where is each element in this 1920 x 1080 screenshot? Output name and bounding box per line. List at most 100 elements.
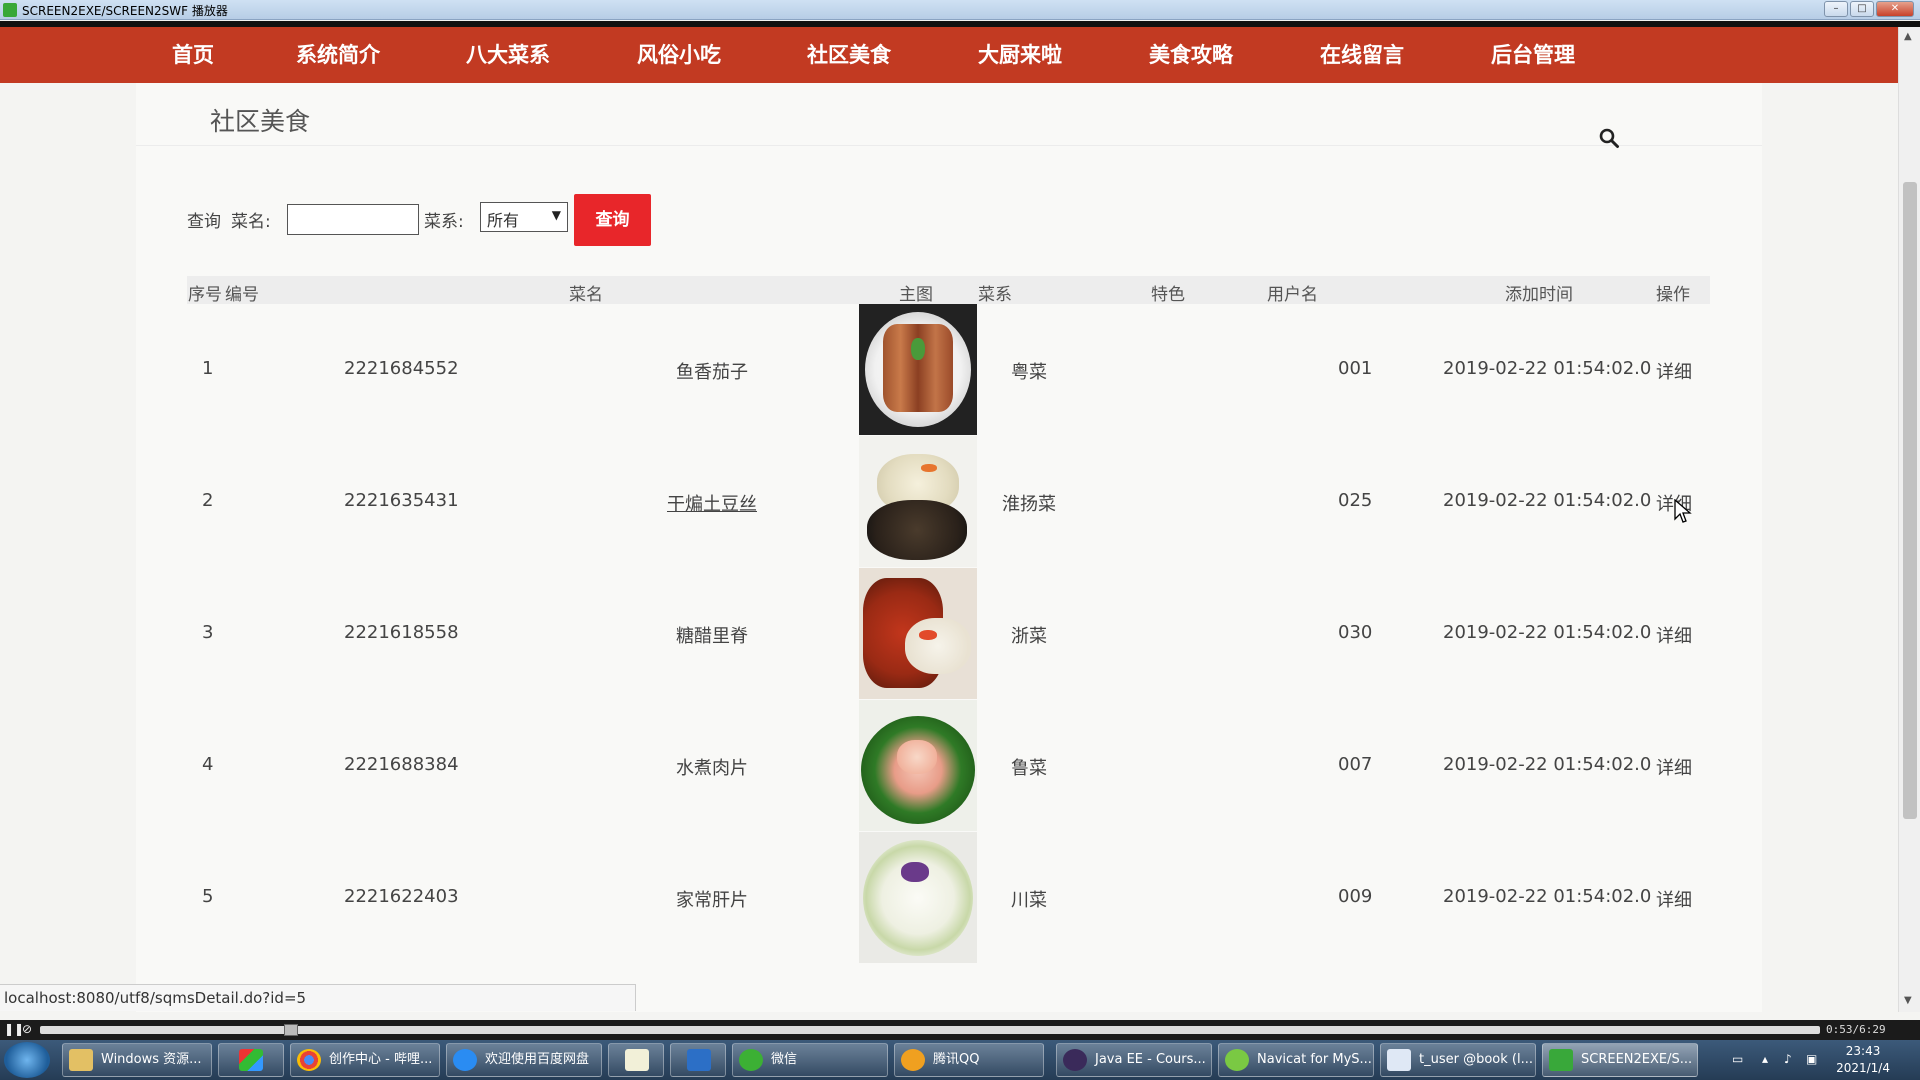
row-detail-link[interactable]: 详细 (1656, 358, 1692, 384)
dish-image (859, 436, 977, 567)
row-code: 2221618558 (344, 622, 459, 643)
nav-item-intro[interactable]: 系统简介 (296, 27, 380, 83)
close-button[interactable]: ✕ (1876, 1, 1914, 17)
table-row: 4 2221688384 水煮肉片 鲁菜 007 2019-02-22 01:5… (187, 700, 1710, 832)
clock-time: 23:43 (1845, 1044, 1881, 1058)
seek-knob[interactable] (284, 1024, 298, 1036)
row-user: 007 (1338, 754, 1373, 775)
taskbar-item-chrome[interactable]: 创作中心 - 哔哩... (290, 1043, 440, 1077)
window-title: SCREEN2EXE/SCREEN2SWF 播放器 (22, 4, 228, 18)
window-title-bar: SCREEN2EXE/SCREEN2SWF 播放器 – □ ✕ (0, 0, 1920, 20)
table-row: 5 2221622403 家常肝片 川菜 009 2019-02-22 01:5… (187, 832, 1710, 964)
tray-expand-icon[interactable]: ▴ (1762, 1052, 1768, 1066)
nav-item-guide[interactable]: 美食攻略 (1149, 27, 1233, 83)
col-header-code: 编号 (225, 285, 259, 305)
taskbar-item-label: Java EE - Cours... (1095, 1052, 1206, 1067)
col-header-action: 操作 (1656, 285, 1690, 305)
cursor-icon (1674, 499, 1692, 523)
row-detail-link[interactable]: 详细 (1656, 622, 1692, 648)
taskbar-item-label: 欢迎使用百度网盘 (485, 1052, 590, 1067)
taskbar-item-eclipse[interactable]: Java EE - Cours... (1056, 1043, 1212, 1077)
taskbar-item-label: 微信 (771, 1052, 798, 1067)
nav-item-admin[interactable]: 后台管理 (1491, 27, 1575, 83)
taskbar-item-qq[interactable]: 腾讯QQ (894, 1043, 1044, 1077)
main-nav: 首页 系统简介 八大菜系 风俗小吃 社区美食 大厨来啦 美食攻略 在线留言 后台… (0, 27, 1898, 83)
row-time: 2019-02-22 01:54:02.0 (1443, 358, 1652, 379)
network-icon[interactable]: ▣ (1806, 1052, 1817, 1066)
row-index: 4 (202, 754, 214, 775)
nav-item-snacks[interactable]: 风俗小吃 (637, 27, 721, 83)
row-user: 025 (1338, 490, 1373, 511)
minimize-button[interactable]: – (1824, 1, 1848, 17)
taskbar-item-chart[interactable] (608, 1043, 664, 1077)
taskbar-item-baidu-pan[interactable]: 欢迎使用百度网盘 (446, 1043, 602, 1077)
system-tray: ▭ ▴ ♪ ▣ 23:43 2021/1/4 (1722, 1040, 1920, 1080)
dish-image (859, 568, 977, 699)
row-user: 030 (1338, 622, 1373, 643)
playback-time: 0:53/6:29 (1826, 1023, 1886, 1036)
row-dish-name: 糖醋里脊 (676, 626, 748, 647)
row-detail-link[interactable]: 详细 (1656, 754, 1692, 780)
browser-viewport: 首页 系统简介 八大菜系 风俗小吃 社区美食 大厨来啦 美食攻略 在线留言 后台… (0, 27, 1898, 1012)
dish-image (859, 304, 977, 435)
scroll-up-icon[interactable]: ▲ (1904, 31, 1912, 42)
row-index: 2 (202, 490, 214, 511)
nav-item-message[interactable]: 在线留言 (1320, 27, 1404, 83)
clock-date: 2021/1/4 (1836, 1061, 1890, 1075)
query-button[interactable]: 查询 (574, 194, 651, 246)
row-dish-name: 鱼香茄子 (676, 362, 748, 383)
folder-icon (69, 1049, 93, 1071)
taskbar-item-label: Windows 资源... (101, 1052, 202, 1067)
row-time: 2019-02-22 01:54:02.0 (1443, 886, 1652, 907)
row-detail-link[interactable]: 详细 (1656, 886, 1692, 912)
taskbar-item-label: t_user @book (l... (1419, 1052, 1533, 1067)
taskbar-item-tools[interactable] (670, 1043, 726, 1077)
taskbar-item-label: Navicat for MyS... (1257, 1052, 1372, 1067)
taskbar-item-wechat[interactable]: 微信 (732, 1043, 888, 1077)
col-header-index: 序号 (188, 285, 222, 305)
row-code: 2221684552 (344, 358, 459, 379)
app-icon (3, 3, 17, 17)
stop-icon[interactable]: ⊘ (22, 1022, 32, 1036)
nav-item-home[interactable]: 首页 (172, 27, 214, 83)
start-button[interactable] (4, 1042, 50, 1078)
clock[interactable]: 23:43 2021/1/4 (1836, 1043, 1890, 1077)
row-time: 2019-02-22 01:54:02.0 (1443, 622, 1652, 643)
taskbar-item-explorer[interactable]: Windows 资源... (62, 1043, 212, 1077)
taskbar-item-app[interactable] (218, 1043, 284, 1077)
taskbar-item-navicat[interactable]: Navicat for MyS... (1218, 1043, 1374, 1077)
volume-icon[interactable]: ♪ (1784, 1052, 1792, 1066)
dish-image (859, 700, 977, 831)
nav-item-chef[interactable]: 大厨来啦 (978, 27, 1062, 83)
cuisine-select[interactable]: 所有 ▼ (480, 202, 568, 232)
seek-track[interactable] (40, 1026, 1820, 1034)
row-dish-name: 家常肝片 (676, 890, 748, 911)
maximize-button[interactable]: □ (1850, 1, 1874, 17)
search-icon[interactable] (1598, 127, 1620, 149)
app-icon (239, 1049, 263, 1071)
dish-image (859, 832, 977, 963)
col-header-feature: 特色 (1151, 285, 1185, 305)
col-header-user: 用户名 (1267, 285, 1318, 305)
scroll-down-icon[interactable]: ▼ (1904, 995, 1912, 1006)
table-header: 序号 编号 菜名 主图 菜系 特色 用户名 添加时间 操作 (187, 276, 1710, 305)
keyboard-icon[interactable]: ▭ (1732, 1052, 1743, 1066)
status-url: localhost:8080/utf8/sqmsDetail.do?id=5 (0, 984, 636, 1011)
dish-name-input[interactable] (287, 204, 419, 235)
row-dish-name: 水煮肉片 (676, 758, 748, 779)
taskbar-item-screen2exe[interactable]: SCREEN2EXE/S... (1542, 1043, 1698, 1077)
name-label: 菜名: (231, 212, 271, 232)
vertical-scrollbar[interactable]: ▲ ▼ (1898, 27, 1920, 1012)
nav-item-cuisines[interactable]: 八大菜系 (466, 27, 550, 83)
qq-icon (901, 1049, 925, 1071)
taskbar-item-table[interactable]: t_user @book (l... (1380, 1043, 1536, 1077)
taskbar-item-label: 腾讯QQ (933, 1052, 980, 1067)
scrollbar-thumb[interactable] (1903, 182, 1917, 819)
row-time: 2019-02-22 01:54:02.0 (1443, 490, 1652, 511)
row-dish-name[interactable]: 干煸土豆丝 (667, 490, 757, 516)
row-user: 001 (1338, 358, 1373, 379)
row-index: 3 (202, 622, 214, 643)
nav-item-community[interactable]: 社区美食 (807, 27, 891, 83)
row-code: 2221688384 (344, 754, 459, 775)
taskbar-item-label: 创作中心 - 哔哩... (329, 1052, 433, 1067)
